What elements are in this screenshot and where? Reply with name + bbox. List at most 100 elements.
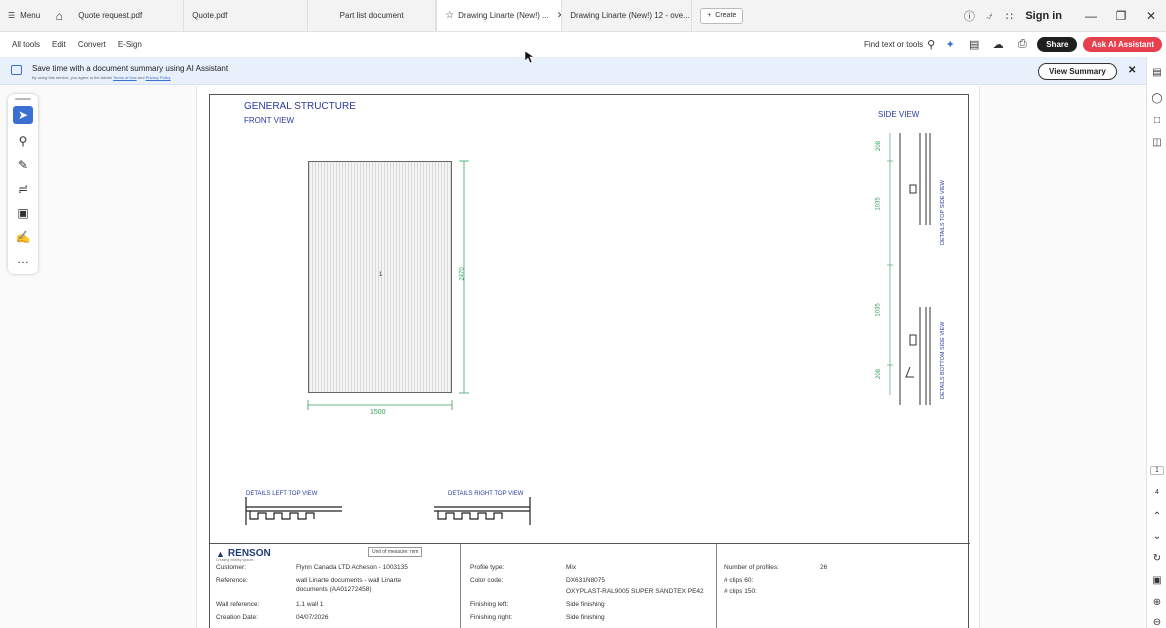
menu-label: Menu [20, 11, 41, 20]
tab-quote[interactable]: Quote.pdf [184, 0, 309, 31]
wall-reference-value: 1.1 wall 1 [296, 601, 324, 608]
restore-icon[interactable]: ❐ [1106, 9, 1136, 23]
notification-bell-icon[interactable]: ⍻ [979, 10, 999, 23]
privacy-policy-link[interactable]: Privacy Policy [146, 75, 171, 80]
zoom-out-icon[interactable]: ⊖ [1150, 617, 1164, 628]
tab-quote-request[interactable]: Quote request.pdf [70, 0, 185, 31]
ask-ai-assistant-button[interactable]: Ask AI Assistant [1083, 36, 1162, 52]
find-text-or-tools[interactable]: Find text or tools ⚲ [864, 38, 935, 51]
page-up-icon[interactable]: ⌃ [1150, 511, 1164, 522]
hamburger-icon: ☰ [8, 11, 16, 20]
minimize-icon[interactable]: — [1076, 9, 1106, 23]
finishing-left-label: Finishing left: [470, 601, 509, 608]
help-icon[interactable]: ⓘ [959, 8, 979, 24]
star-icon[interactable]: ☆ [445, 10, 454, 21]
main-toolbar: All tools Edit Convert E-Sign Find text … [0, 32, 1166, 56]
menu-edit[interactable]: Edit [52, 40, 66, 49]
apps-grid-icon[interactable]: ∷ [999, 10, 1019, 23]
menu-convert[interactable]: Convert [78, 40, 106, 49]
right-rail: ▤ ◯ □ ◫ 1 4 ⌃ ⌄ ↻ ▣ ⊕ ⊖ [1146, 57, 1166, 628]
share-button[interactable]: Share [1037, 36, 1078, 52]
ai-panel-icon[interactable]: ▤ [1150, 67, 1164, 78]
sign-in-button[interactable]: Sign in [1025, 10, 1062, 22]
pdf-viewer-app: ☰ Menu ⌂ Quote request.pdf Quote.pdf Par… [0, 0, 1166, 628]
pdf-page: GENERAL STRUCTURE FRONT VIEW SIDE VIEW 1 [196, 86, 980, 628]
reference-value-cont: documents (AA01272458) [296, 586, 372, 593]
color-code-value-cont: OXYPLAST-RAL9005 SUPER SANDTEX PE42 [566, 588, 704, 595]
close-banner-icon[interactable]: ✕ [1128, 65, 1136, 76]
side-dim-2: 1035 [875, 197, 882, 211]
tab-label: Quote.pdf [192, 11, 228, 20]
upload-cloud-icon[interactable]: ☁ [989, 38, 1007, 51]
side-dim-1: 208 [876, 140, 883, 152]
create-button[interactable]: + Create [700, 7, 744, 24]
title-block-divider [460, 544, 461, 628]
drawing-sheet: GENERAL STRUCTURE FRONT VIEW SIDE VIEW 1 [209, 94, 970, 628]
tab-drawing-linarte-overview[interactable]: Drawing Linarte (New!) 12 - ove... [562, 0, 693, 31]
height-dimension: 2470 [459, 267, 466, 281]
refresh-icon[interactable]: ↻ [1150, 553, 1164, 564]
current-page-field[interactable]: 1 [1150, 466, 1164, 475]
terms-of-use-link[interactable]: Terms of Use [113, 75, 137, 80]
menu-esign[interactable]: E-Sign [118, 40, 142, 49]
customer-label: Customer: [216, 564, 246, 571]
plus-icon: + [707, 12, 712, 19]
save-icon[interactable]: ▤ [965, 38, 983, 51]
banner-and: and [137, 75, 145, 80]
customer-value: Flynn Canada LTD Acheson - 1003135 [296, 564, 408, 571]
tab-label: Drawing Linarte (New!) ... [458, 11, 549, 20]
title-block: ▲ RENSON Creating healthy spaces Unit of… [210, 543, 970, 628]
more-tools-icon[interactable]: … [13, 250, 33, 268]
zoom-in-icon[interactable]: ⊕ [1150, 597, 1164, 608]
ai-summary-icon [11, 65, 22, 75]
details-right-top-view-label: DETAILS RIGHT TOP VIEW [448, 491, 524, 497]
finishing-right-label: Finishing right: [470, 614, 513, 621]
banner-text: Save time with a document summary using … [32, 64, 229, 73]
bookmark-icon[interactable]: □ [1150, 115, 1164, 126]
number-of-profiles-value: 26 [820, 564, 828, 571]
wall-reference-label: Wall reference: [216, 601, 260, 608]
clips-150-label: # clips 150: [724, 588, 757, 595]
unit-of-measure: Unit of measure: mm [368, 547, 423, 557]
pen-tool-icon[interactable]: ✎ [13, 156, 33, 174]
menu-all-tools[interactable]: All tools [12, 40, 40, 49]
fit-page-icon[interactable]: ▣ [1150, 575, 1164, 586]
tab-label: Part list document [339, 11, 404, 20]
menu-button[interactable]: ☰ Menu [0, 0, 48, 31]
find-label: Find text or tools [864, 39, 924, 49]
side-dim-3: 1035 [875, 303, 882, 317]
total-pages: 4 [1155, 489, 1159, 496]
view-summary-button[interactable]: View Summary [1038, 63, 1117, 80]
document-area[interactable]: GENERAL STRUCTURE FRONT VIEW SIDE VIEW 1 [0, 86, 1146, 628]
renson-tagline: Creating healthy spaces [216, 558, 254, 562]
details-bottom-side-view-label: DETAILS BOTTOM SIDE VIEW [940, 321, 946, 399]
renson-logo-icon: ▲ [216, 548, 225, 559]
creation-date-label: Creation Date: [216, 614, 258, 621]
signature-tool-icon[interactable]: ✍ [13, 228, 33, 246]
profile-type-label: Profile type: [470, 564, 505, 571]
tabbar-right: ⓘ ⍻ ∷ Sign in — ❐ ✕ [959, 0, 1166, 32]
drag-handle[interactable] [15, 98, 31, 100]
mouse-cursor [524, 50, 534, 64]
print-icon[interactable]: ⎙ [1013, 38, 1031, 51]
tab-bar: ☰ Menu ⌂ Quote request.pdf Quote.pdf Par… [0, 0, 1166, 32]
lasso-tool-icon[interactable]: ≓ [13, 180, 33, 198]
width-dimension: 1500 [370, 409, 386, 416]
ai-summary-banner: Save time with a document summary using … [0, 57, 1146, 85]
color-code-label: Color code: [470, 577, 504, 584]
window-close-icon[interactable]: ✕ [1136, 9, 1166, 23]
comment-tool-icon[interactable]: ⚲ [13, 132, 33, 150]
finishing-left-value: Side finishing [566, 601, 605, 608]
pages-icon[interactable]: ◫ [1150, 137, 1164, 148]
tab-drawing-linarte-active[interactable]: ☆ Drawing Linarte (New!) ... ✕ [436, 0, 563, 31]
create-label: Create [715, 12, 737, 19]
profile-type-value: Mix [566, 564, 577, 571]
ai-tools-icon[interactable]: ✦ [941, 38, 959, 51]
select-tool-icon[interactable]: ➤ [13, 106, 33, 124]
page-down-icon[interactable]: ⌄ [1150, 531, 1164, 542]
finishing-right-value: Side finishing [566, 614, 605, 621]
home-icon[interactable]: ⌂ [48, 0, 70, 31]
tab-part-list[interactable]: Part list document [308, 0, 437, 31]
text-box-tool-icon[interactable]: ▣ [13, 204, 33, 222]
comments-icon[interactable]: ◯ [1150, 93, 1164, 104]
